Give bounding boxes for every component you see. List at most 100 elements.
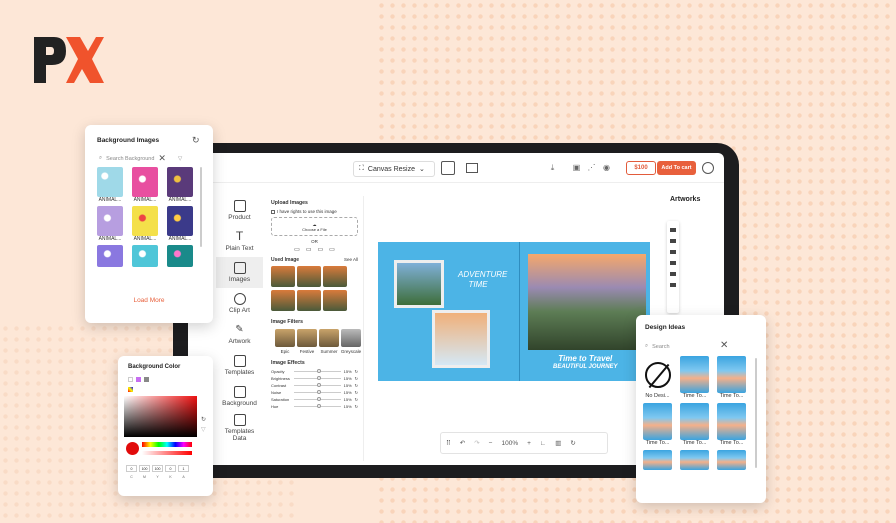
ruler-icon[interactable]: ∟ [540, 440, 546, 447]
used-image-thumb[interactable] [297, 290, 321, 311]
close-icon[interactable]: ✕ [158, 153, 166, 164]
slider-knob[interactable] [317, 376, 322, 380]
y-field[interactable]: 100 [152, 465, 163, 472]
color-wheel-icon[interactable] [128, 387, 133, 392]
scrollbar[interactable] [200, 167, 202, 247]
design-idea-none[interactable]: No Desi... [643, 356, 672, 399]
reset-icon[interactable]: ↻ [355, 397, 358, 402]
background-image-item[interactable]: ANIMAL... [167, 206, 193, 242]
sidebar-item-clip-art[interactable]: Clip Art [216, 288, 263, 319]
color-swatch[interactable] [144, 377, 149, 382]
design-idea-item[interactable] [680, 450, 709, 470]
barcode-icon[interactable]: ▥ [555, 439, 561, 447]
scrollbar[interactable] [755, 358, 757, 468]
design-idea-item[interactable]: Time To... [717, 403, 746, 446]
align-icon[interactable] [670, 239, 676, 243]
design-idea-item[interactable]: Time To... [680, 356, 709, 399]
canvas-photo-airplane[interactable] [432, 310, 490, 368]
save-icon[interactable]: ▣ [572, 163, 581, 172]
reset-icon[interactable]: ↻ [355, 369, 358, 374]
alpha-slider[interactable] [142, 451, 192, 455]
instagram-icon[interactable]: ▭ [318, 246, 324, 253]
used-image-thumb[interactable] [297, 266, 321, 287]
hue-slider[interactable] [142, 442, 192, 447]
sidebar-item-background[interactable]: Background [216, 381, 263, 412]
design-idea-item[interactable] [643, 450, 672, 470]
background-image-item[interactable]: ANIMAL... [167, 167, 193, 203]
color-swatch[interactable] [136, 377, 141, 382]
background-image-item[interactable]: ANIMAL... [97, 167, 123, 203]
facebook-icon[interactable]: ▭ [329, 246, 335, 253]
effect-hue[interactable]: Hue 15% ↻ [271, 404, 358, 409]
color-swatch[interactable] [128, 377, 133, 382]
undo-icon[interactable]: ↶ [460, 439, 465, 447]
sidebar-item-plain-text[interactable]: T Plain Text [216, 226, 263, 257]
sidebar-item-images[interactable]: Images [216, 257, 263, 288]
zoom-out-icon[interactable]: − [489, 440, 493, 447]
reset-icon[interactable]: ↻ [355, 376, 358, 381]
filter-icon[interactable]: ▽ [178, 156, 182, 162]
redo-icon[interactable]: ↷ [474, 439, 479, 447]
effect-saturation[interactable]: Saturation 15% ↻ [271, 397, 358, 402]
share-icon[interactable]: ⋰ [587, 163, 596, 172]
effect-noise[interactable]: Noise 15% ↻ [271, 390, 358, 395]
effect-brightness[interactable]: Brightness 15% ↻ [271, 376, 358, 381]
slider-knob[interactable] [317, 383, 322, 387]
background-search[interactable]: ⌕ Search Background ✕ ▽ [99, 153, 182, 164]
align-icon[interactable] [670, 261, 676, 265]
effect-opacity[interactable]: Opacity 15% ↻ [271, 369, 358, 374]
align-icon[interactable] [670, 250, 676, 254]
slider-knob[interactable] [317, 390, 322, 394]
filter-summer[interactable]: Summer [318, 328, 340, 354]
used-image-thumb[interactable] [271, 290, 295, 311]
design-idea-item[interactable]: Time To... [680, 403, 709, 446]
choose-file-dropzone[interactable]: ☁ Choose a File [271, 217, 358, 236]
filter-greyscale[interactable]: Greyscale [340, 328, 362, 354]
effect-contrast[interactable]: Contrast 15% ↻ [271, 383, 358, 388]
canvas-text-adventure[interactable]: ADVENTURE TIME [458, 270, 507, 290]
background-image-item[interactable]: ANIMAL... [132, 206, 158, 242]
sidebar-item-templates[interactable]: Templates [216, 350, 263, 381]
canvas-resize-dropdown[interactable]: ⛶ Canvas Resize ⌄ [353, 161, 435, 177]
refresh-icon[interactable]: ↻ [192, 135, 200, 146]
background-image-item[interactable] [167, 245, 193, 267]
background-image-item[interactable]: ANIMAL... [132, 167, 158, 203]
user-icon[interactable] [702, 162, 714, 174]
sidebar-item-artwork[interactable]: ✎ Artwork [216, 319, 263, 350]
reset-icon[interactable]: ↻ [355, 390, 358, 395]
design-idea-item[interactable]: Time To... [717, 356, 746, 399]
design-canvas[interactable]: ADVENTURE TIME Time to Travel BEAUTIFUL J… [378, 242, 650, 381]
align-icon[interactable] [670, 272, 676, 276]
background-image-item[interactable] [132, 245, 158, 267]
layers-button[interactable] [466, 163, 478, 173]
used-image-thumb[interactable] [323, 266, 347, 287]
drag-handle-icon[interactable]: ⠿ [446, 439, 451, 447]
reset-icon[interactable]: ↻ [355, 383, 358, 388]
sidebar-item-product[interactable]: Product [216, 195, 263, 226]
design-idea-item[interactable]: Time To... [643, 403, 672, 446]
preview-icon[interactable]: ◉ [602, 163, 611, 172]
filter-festive[interactable]: Festive [296, 328, 318, 354]
slider-knob[interactable] [317, 404, 322, 408]
grid-toggle-button[interactable] [441, 161, 455, 175]
align-icon[interactable] [670, 283, 676, 287]
k-field[interactable]: 0 [165, 465, 176, 472]
see-all-link[interactable]: See All [344, 257, 358, 263]
drive-icon[interactable]: ▭ [294, 246, 300, 253]
refresh-icon[interactable]: ↻ [570, 439, 575, 447]
m-field[interactable]: 100 [139, 465, 150, 472]
zoom-in-icon[interactable]: + [527, 440, 531, 447]
sidebar-item-templates-data[interactable]: Templates Data [216, 412, 263, 443]
close-icon[interactable]: ✕ [720, 340, 728, 351]
add-to-cart-button[interactable]: Add To cart [657, 161, 696, 175]
slider-knob[interactable] [317, 369, 322, 373]
background-image-item[interactable] [97, 245, 123, 267]
load-more-link[interactable]: Load More [85, 297, 213, 304]
background-image-item[interactable]: ANIMAL... [97, 206, 123, 242]
eyedropper-icon[interactable]: ▽ [201, 426, 206, 433]
a-field[interactable]: 1 [178, 465, 189, 472]
filter-epic[interactable]: Epic [274, 328, 296, 354]
reset-icon[interactable]: ↻ [355, 404, 358, 409]
design-idea-item[interactable] [717, 450, 746, 470]
canvas-text-travel[interactable]: Time to Travel BEAUTIFUL JOURNEY [553, 354, 618, 372]
